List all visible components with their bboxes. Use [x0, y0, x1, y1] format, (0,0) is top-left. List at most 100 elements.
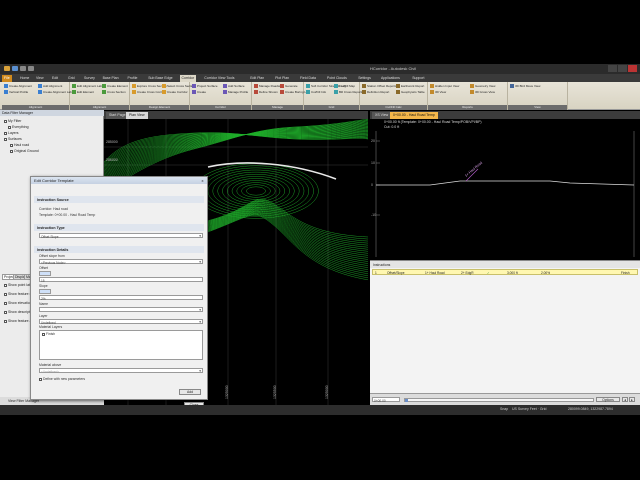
prev-station-button[interactable]: ◂	[622, 397, 628, 402]
tree-item[interactable]: Everything	[8, 125, 29, 129]
tab-view[interactable]: View	[34, 75, 46, 82]
tab-plot-plan[interactable]: Plot Plan	[273, 75, 291, 82]
snap-toggle[interactable]: Snap	[500, 407, 508, 411]
ribbon-button[interactable]: Create	[192, 90, 206, 95]
tree-item[interactable]: Layers	[4, 131, 19, 135]
ribbon-button[interactable]: Earthwork Report	[396, 84, 424, 89]
instruction-type-section[interactable]: Instruction Type	[34, 224, 204, 231]
ribbon-button[interactable]: Station Offset Reports	[362, 84, 396, 89]
define-params-checkbox[interactable]	[39, 377, 42, 381]
tab-support[interactable]: Support	[410, 75, 426, 82]
material-layer-checkbox[interactable]	[42, 332, 45, 336]
units-indicator[interactable]: US Survey Feet · Grid	[512, 407, 546, 411]
ribbon-button[interactable]: Vertical Profile	[4, 90, 28, 95]
tab-applications[interactable]: Applications	[379, 75, 402, 82]
define-params-row[interactable]: Define with new parameters	[39, 377, 85, 381]
ribbon-button[interactable]: Cross Section	[102, 90, 126, 95]
tree-checkbox[interactable]	[4, 137, 7, 141]
ribbon-button[interactable]: 3D Bird Move View	[510, 84, 540, 89]
ribbon-button[interactable]: Manage Profile	[223, 90, 248, 95]
tab-template[interactable]: 0+00.00 - Haul Road Temp	[390, 112, 438, 119]
quick-access-toolbar[interactable]	[4, 66, 34, 71]
material-layer-item[interactable]: Finish	[42, 332, 55, 336]
instruction-source-section[interactable]: Instruction Source	[34, 196, 204, 203]
minimize-button[interactable]	[608, 65, 617, 72]
ribbon-button[interactable]: Add Surface	[223, 84, 245, 89]
offset-input[interactable]: 15	[39, 277, 203, 283]
ribbon-button[interactable]: Edit Alignment Labels	[72, 84, 106, 89]
ribbon-button[interactable]: Cut/Fill Info	[306, 90, 326, 95]
close-button[interactable]	[628, 65, 637, 72]
tab-edit[interactable]: Edit	[50, 75, 60, 82]
option-checkbox[interactable]	[4, 310, 7, 314]
slope-input[interactable]: 2%	[39, 295, 203, 301]
dialog-close-button[interactable]: x	[200, 178, 205, 183]
maximize-button[interactable]	[618, 65, 627, 72]
tab-edit-plan[interactable]: Edit Plan	[248, 75, 266, 82]
ribbon-button[interactable]: Geometry View	[470, 84, 495, 89]
ribbon-button[interactable]: Generate	[280, 84, 298, 89]
ribbon-button[interactable]: Definition Report	[362, 90, 389, 95]
tab-survey[interactable]: Survey	[82, 75, 97, 82]
station-input[interactable]: 0+00.00	[372, 397, 400, 403]
instruction-details-section[interactable]: Instruction Details	[34, 246, 204, 253]
tab-grid[interactable]: Grid	[66, 75, 77, 82]
tree-checkbox[interactable]	[10, 149, 13, 153]
option-checkbox[interactable]	[4, 283, 7, 287]
material-layers-list[interactable]: Finish	[39, 330, 203, 360]
offset-mode-toggle[interactable]	[39, 271, 51, 276]
instruction-type-select[interactable]: Offset Slope	[39, 233, 203, 239]
tab-corridor[interactable]: Corridor	[179, 75, 197, 82]
station-slider[interactable]	[404, 398, 594, 402]
tree-checkbox[interactable]	[10, 143, 13, 147]
ribbon-button[interactable]: Define Shown	[254, 90, 278, 95]
name-select[interactable]	[39, 307, 203, 312]
tree-checkbox[interactable]	[4, 119, 7, 123]
profile-canvas[interactable]: 20 10 0 -10 1+ Haul Road	[370, 119, 640, 260]
tab-point-clouds[interactable]: Point Clouds	[325, 75, 349, 82]
option-checkbox[interactable]	[4, 301, 7, 305]
option-checkbox[interactable]	[4, 292, 7, 296]
tab-field-data[interactable]: Field Data	[298, 75, 318, 82]
app-menu-icon[interactable]	[4, 66, 10, 71]
tab-profile[interactable]: Profile	[126, 75, 140, 82]
ribbon-button[interactable]: Create Corridor	[162, 90, 188, 95]
ribbon-button[interactable]: Cut/Fill Map	[334, 84, 355, 89]
undo-icon[interactable]	[20, 66, 26, 71]
tree-item[interactable]: My Filter	[4, 119, 21, 123]
tree-checkbox[interactable]	[4, 131, 7, 135]
tab-base-plan[interactable]: Base Plan	[101, 75, 121, 82]
ribbon-button[interactable]: Hidden Input View	[430, 84, 459, 89]
ribbon-button[interactable]: Add Alignment	[38, 84, 62, 89]
tab-sub-base-edge[interactable]: Sub Base Edge	[146, 75, 174, 82]
layer-select[interactable]: Undefined	[39, 319, 203, 325]
tab-settings[interactable]: Settings	[356, 75, 373, 82]
table-row[interactable]: 1 Offset/Slope 1+ Haul Road 2+ EdgR ✓ 3.…	[372, 269, 638, 275]
ribbon-button[interactable]: Project Surface	[192, 84, 218, 89]
ribbon-button[interactable]: 3D View	[430, 90, 446, 95]
ribbon-button[interactable]: Edit Element	[72, 90, 94, 95]
tab-xs-view[interactable]: XS View	[372, 112, 392, 119]
ribbon-button[interactable]: Manage Roadway	[254, 84, 283, 89]
doc-tab-plan-view[interactable]: Plan View	[126, 112, 148, 119]
tab-home[interactable]: Home	[18, 75, 31, 82]
tab-file[interactable]: File	[2, 75, 12, 82]
options-button[interactable]: Options	[596, 397, 620, 402]
slope-mode-toggle[interactable]	[39, 289, 51, 294]
ribbon-button[interactable]: Create Element	[102, 84, 128, 89]
check-icon[interactable]: ✓	[487, 271, 490, 275]
tab-corridor-view-tools[interactable]: Corridor View Tools	[202, 75, 236, 82]
material-above-select[interactable]: <Undefined>	[39, 368, 203, 374]
add-button[interactable]: Add	[179, 389, 201, 395]
offset-from-select[interactable]: <Previous Node>	[39, 259, 203, 265]
tree-item[interactable]: Haul road	[10, 143, 29, 147]
redo-icon[interactable]	[28, 66, 34, 71]
save-icon[interactable]	[12, 66, 18, 71]
ribbon-button[interactable]: Create Alignment	[4, 84, 32, 89]
ribbon-button[interactable]: 3D Gross View	[470, 90, 495, 95]
next-station-button[interactable]: ▸	[629, 397, 635, 402]
tree-item[interactable]: Original Ground	[10, 149, 39, 153]
tree-item[interactable]: Surfaces	[4, 137, 22, 141]
option-checkbox[interactable]	[4, 319, 7, 323]
profile-view[interactable]: 0+00.00 ft (Template: 0+00.00 - Haul Roa…	[370, 119, 640, 260]
